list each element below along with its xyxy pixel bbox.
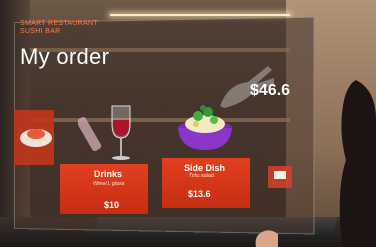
item-price: $13.6 (188, 189, 211, 199)
wine-glass-icon (111, 105, 131, 160)
partial-item-image (14, 110, 54, 165)
ceiling-light-strip (110, 14, 290, 16)
menu-item-drinks[interactable]: Drinks Wine/1 glass $10 (60, 164, 148, 214)
photo-scene: SMART RESTAURANT SUSHI BAR My order $46.… (0, 0, 376, 247)
menu-item-side-dish[interactable]: Side Dish Tofu salad $13.6 (162, 158, 250, 208)
person-silhouette (339, 80, 376, 247)
subtitle-line-2: SUSHI BAR (20, 28, 61, 35)
bottle-icon (78, 117, 102, 151)
item-description: Tofu salad (189, 173, 215, 179)
partial-item-image-right (268, 166, 292, 188)
subtitle-line-1: SMART RESTAURANT (20, 20, 98, 27)
order-total: $46.6 (250, 82, 291, 99)
item-name: Side Dish (184, 163, 226, 173)
restaurant-subtitle: SMART RESTAURANT SUSHI BAR (20, 20, 98, 36)
item-price: $10 (104, 200, 120, 210)
page-title: My order (20, 44, 110, 69)
item-name: Drinks (94, 169, 123, 179)
item-description: Wine/1 glass (93, 181, 125, 187)
customer-hand (255, 230, 278, 247)
